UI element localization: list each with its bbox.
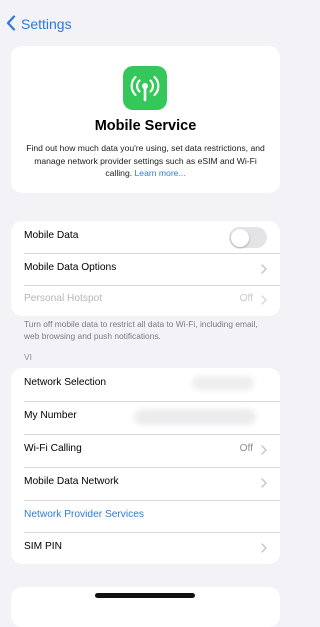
row-label: SIM PIN (24, 541, 62, 552)
hero-description: Find out how much data you're using, set… (25, 142, 266, 180)
row-label: Mobile Data Network (24, 476, 119, 487)
mobile-data-toggle[interactable] (229, 227, 267, 248)
redacted-value (134, 409, 256, 425)
chevron-right-icon (261, 295, 267, 305)
sim-pin-row[interactable]: SIM PIN (11, 532, 280, 564)
chevron-right-icon (261, 478, 267, 488)
row-value: Off (239, 443, 253, 454)
wifi-calling-row[interactable]: Wi-Fi Calling Off (11, 434, 280, 467)
network-provider-services-link[interactable]: Network Provider Services (24, 509, 144, 520)
mobile-data-group: Mobile Data Mobile Data Options Personal… (11, 221, 280, 316)
chevron-left-icon[interactable] (6, 15, 16, 31)
page-title: Mobile Service (94, 118, 197, 134)
row-label: Mobile Data (24, 230, 79, 241)
navigation-bar: Settings (0, 0, 291, 46)
row-label: Mobile Data Options (24, 262, 117, 273)
row-label: Network Selection (24, 377, 107, 388)
row-label: Personal Hotspot (24, 293, 103, 304)
row-value: Off (239, 293, 253, 304)
row-label: My Number (24, 410, 77, 421)
mobile-data-options-row[interactable]: Mobile Data Options (11, 253, 280, 285)
network-selection-row[interactable]: Network Selection (11, 368, 280, 401)
toggle-knob (230, 228, 249, 247)
section-header-carrier: VI (24, 352, 32, 362)
chevron-right-icon (261, 543, 267, 553)
carrier-group: Network Selection My Number Wi-Fi Callin… (11, 368, 280, 564)
my-number-row[interactable]: My Number (11, 401, 280, 434)
redacted-value (192, 376, 254, 390)
chevron-right-icon (261, 264, 267, 274)
network-provider-services-row[interactable]: Network Provider Services (11, 500, 280, 532)
row-label: Wi-Fi Calling (24, 443, 82, 454)
mobile-data-footnote: Turn off mobile data to restrict all dat… (24, 319, 258, 341)
chevron-right-icon (261, 445, 267, 455)
mobile-service-card: Mobile Service Find out how much data yo… (11, 46, 280, 193)
mobile-data-row[interactable]: Mobile Data (11, 221, 280, 253)
home-indicator (95, 593, 195, 598)
personal-hotspot-row: Personal Hotspot Off (11, 284, 280, 316)
back-button[interactable]: Settings (21, 16, 72, 32)
learn-more-link[interactable]: Learn more... (135, 168, 186, 178)
antenna-icon (123, 66, 167, 110)
mobile-data-network-row[interactable]: Mobile Data Network (11, 467, 280, 500)
